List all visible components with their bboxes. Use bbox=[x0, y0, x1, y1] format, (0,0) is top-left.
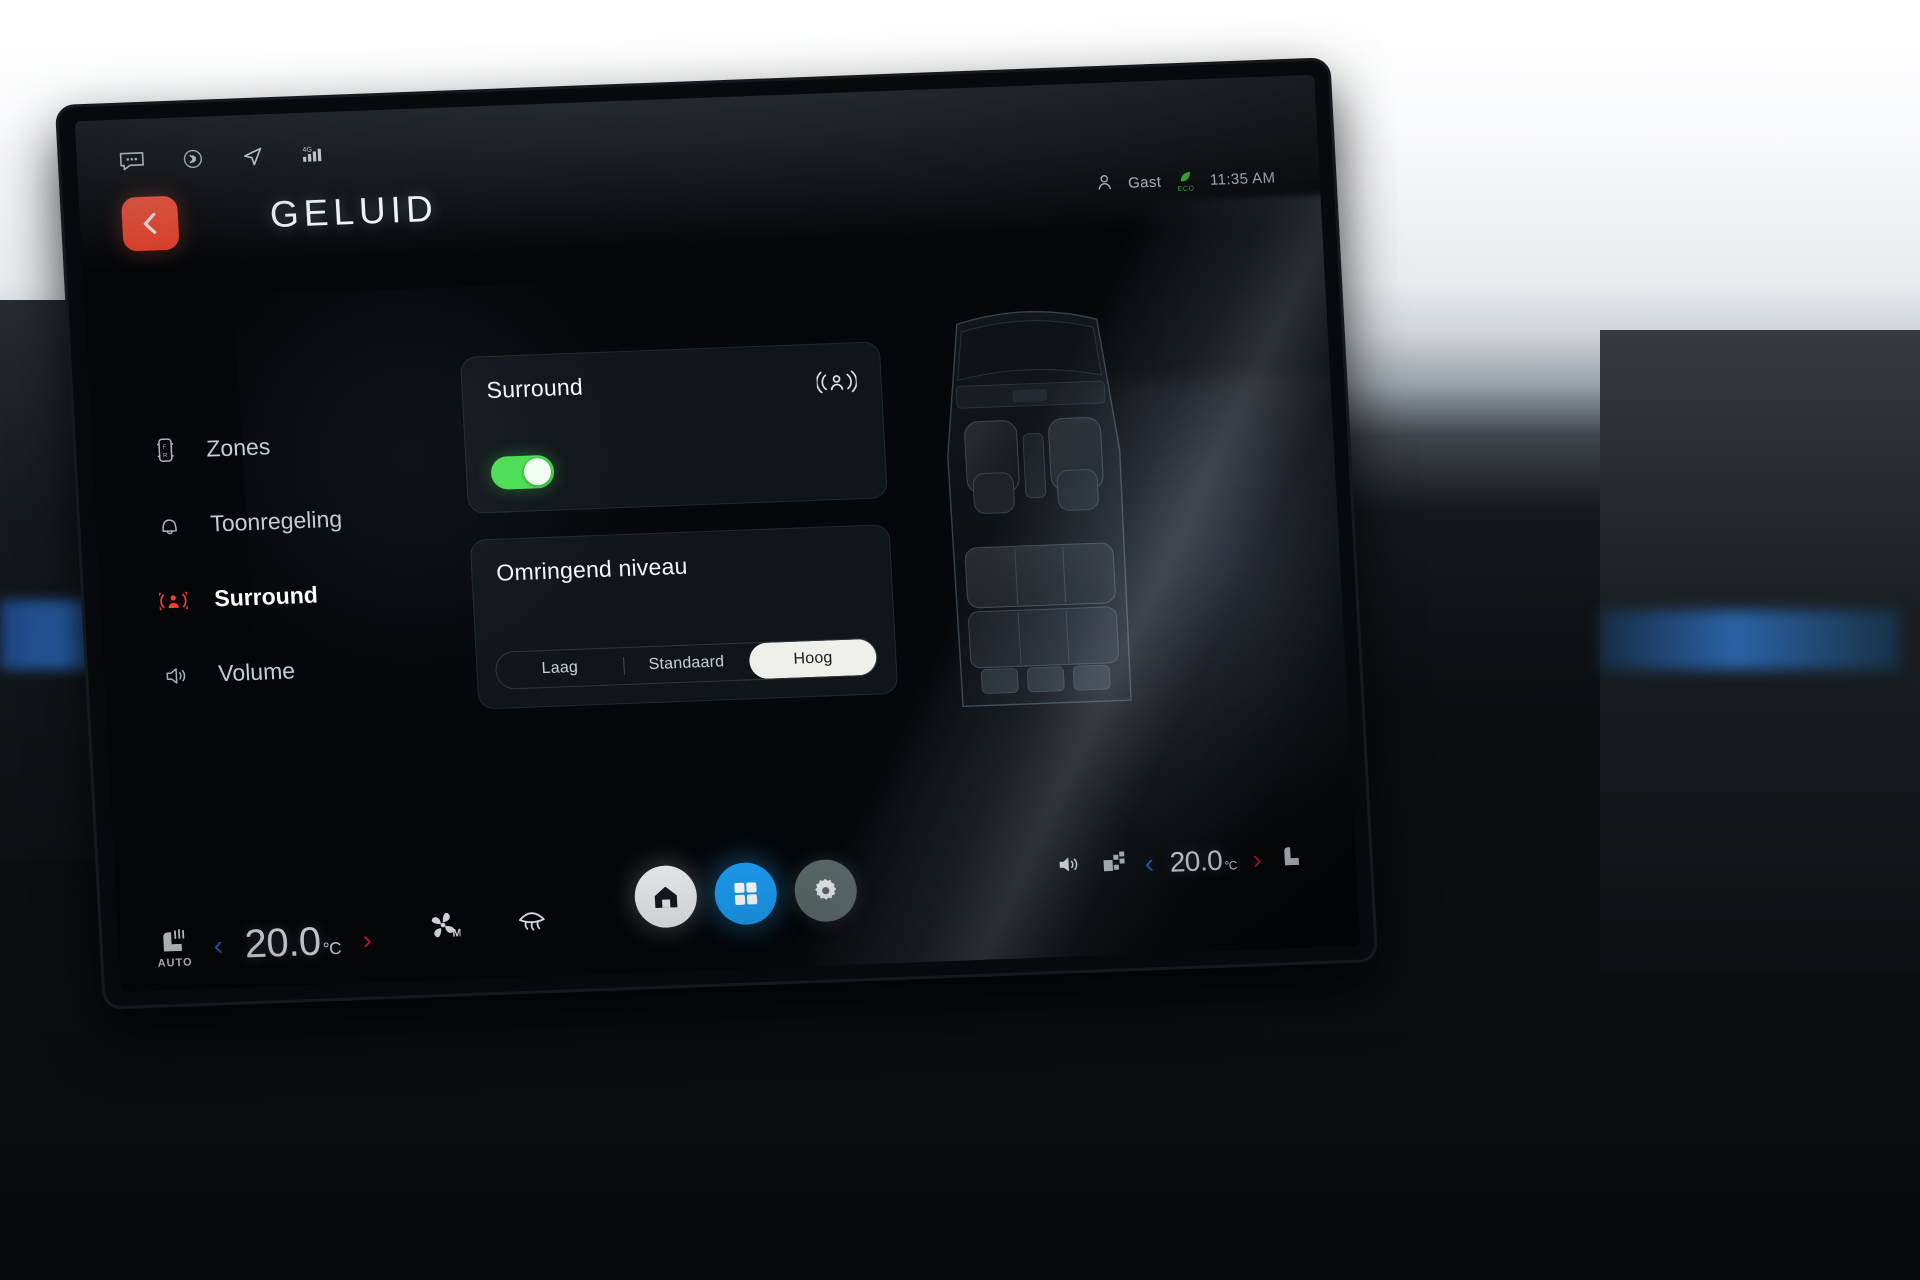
seat-heater-auto-button[interactable]: AUTO bbox=[156, 926, 193, 969]
defrost-icon[interactable] bbox=[513, 903, 551, 939]
page-title: GELUID bbox=[268, 187, 439, 236]
sidebar-item-surround[interactable]: Surround bbox=[158, 580, 347, 614]
bell-icon bbox=[154, 512, 185, 539]
bluetooth-icon[interactable] bbox=[182, 148, 203, 171]
status-bar: 4G bbox=[118, 142, 329, 174]
passenger-temperature-unit: °C bbox=[1224, 858, 1238, 873]
svg-text:4G: 4G bbox=[302, 147, 312, 154]
segment-laag[interactable]: Laag bbox=[496, 648, 625, 689]
eco-label: ECO bbox=[1177, 185, 1195, 194]
seat-auto-label: AUTO bbox=[157, 955, 193, 970]
back-button[interactable] bbox=[120, 195, 180, 252]
surround-level-title: Omringend niveau bbox=[495, 552, 689, 586]
messages-icon[interactable] bbox=[118, 151, 145, 172]
fan-icon[interactable]: M bbox=[425, 909, 461, 940]
sidebar-item-label: Volume bbox=[217, 657, 296, 687]
driver-climate-controls: AUTO ‹ 20.0 °C › bbox=[156, 918, 373, 971]
sidebar-item-label: Toonregeling bbox=[209, 505, 343, 537]
surround-card-title: Surround bbox=[485, 373, 584, 404]
volume-icon bbox=[162, 664, 193, 687]
surround-icon bbox=[158, 589, 189, 612]
home-button[interactable] bbox=[633, 864, 699, 929]
driver-temperature[interactable]: 20.0 °C bbox=[244, 919, 342, 968]
surround-level-segmented-control: Laag Standaard Hoog bbox=[494, 637, 879, 690]
seat-icon[interactable] bbox=[1277, 842, 1305, 874]
temp-increase-button-right[interactable]: › bbox=[1252, 844, 1263, 874]
temp-decrease-button-right[interactable]: ‹ bbox=[1144, 848, 1155, 878]
dashboard-lower-shadow bbox=[0, 980, 1920, 1280]
surround-toggle[interactable] bbox=[490, 454, 555, 490]
sidebar-item-volume[interactable]: Volume bbox=[162, 655, 351, 689]
passenger-temperature[interactable]: 20.0 °C bbox=[1169, 844, 1238, 878]
segment-hoog[interactable]: Hoog bbox=[748, 638, 878, 680]
infotainment-screen: 4G GELUID Gast ECO 11:35 AM F R Zones To… bbox=[58, 60, 1376, 1007]
surround-person-icon bbox=[815, 367, 858, 401]
settings-cards: Surround Omringend niveau Laag Standaard… bbox=[459, 341, 899, 710]
car-cabin-diagram bbox=[926, 300, 1148, 727]
header-status: Gast ECO 11:35 AM bbox=[1096, 166, 1277, 196]
driver-temperature-value: 20.0 bbox=[243, 919, 322, 967]
settings-button[interactable] bbox=[793, 858, 859, 923]
sidebar-item-zones[interactable]: F R Zones bbox=[150, 430, 339, 465]
temp-decrease-button-left[interactable]: ‹ bbox=[213, 930, 224, 960]
sidebar-item-toonregeling[interactable]: Toonregeling bbox=[154, 506, 343, 540]
zones-icon: F R bbox=[150, 436, 181, 465]
navigation-icon[interactable] bbox=[240, 144, 265, 169]
dashboard-right-ambient-light bbox=[1600, 610, 1900, 670]
user-icon[interactable] bbox=[1096, 174, 1113, 196]
temp-increase-button-left[interactable]: › bbox=[362, 925, 373, 955]
eco-badge: ECO bbox=[1177, 169, 1195, 193]
screen-content: 4G GELUID Gast ECO 11:35 AM F R Zones To… bbox=[74, 74, 1361, 993]
apps-button[interactable] bbox=[713, 861, 779, 926]
driver-temperature-unit: °C bbox=[322, 938, 342, 959]
segment-standaard[interactable]: Standaard bbox=[622, 643, 751, 684]
passenger-climate-controls: ‹ 20.0 °C › bbox=[1056, 842, 1305, 883]
speaker-icon[interactable] bbox=[1056, 851, 1086, 881]
settings-sidebar: F R Zones Toonregeling Surround Volume bbox=[150, 430, 351, 690]
surround-card: Surround bbox=[459, 341, 888, 514]
toggle-knob bbox=[523, 457, 552, 486]
bottom-bar: AUTO ‹ 20.0 °C › M ‹ 20.0 °C › bbox=[112, 780, 1359, 976]
svg-text:R: R bbox=[163, 453, 168, 459]
sidebar-item-label: Zones bbox=[205, 432, 271, 462]
sidebar-item-label: Surround bbox=[213, 581, 319, 612]
passenger-temperature-value: 20.0 bbox=[1168, 844, 1224, 878]
signal-4g-icon[interactable]: 4G bbox=[302, 143, 329, 166]
clock-time: 11:35 AM bbox=[1209, 169, 1276, 189]
svg-text:F: F bbox=[162, 445, 166, 451]
rear-defrost-icon[interactable] bbox=[1100, 849, 1130, 881]
climate-mid-icons: M bbox=[425, 903, 551, 943]
fan-mode-label: M bbox=[452, 927, 461, 939]
screen-bezel: 4G GELUID Gast ECO 11:35 AM F R Zones To… bbox=[58, 60, 1376, 1007]
surround-level-card: Omringend niveau Laag Standaard Hoog bbox=[469, 524, 899, 710]
user-name: Gast bbox=[1127, 173, 1162, 192]
page-header: GELUID Gast ECO 11:35 AM bbox=[120, 154, 1292, 264]
